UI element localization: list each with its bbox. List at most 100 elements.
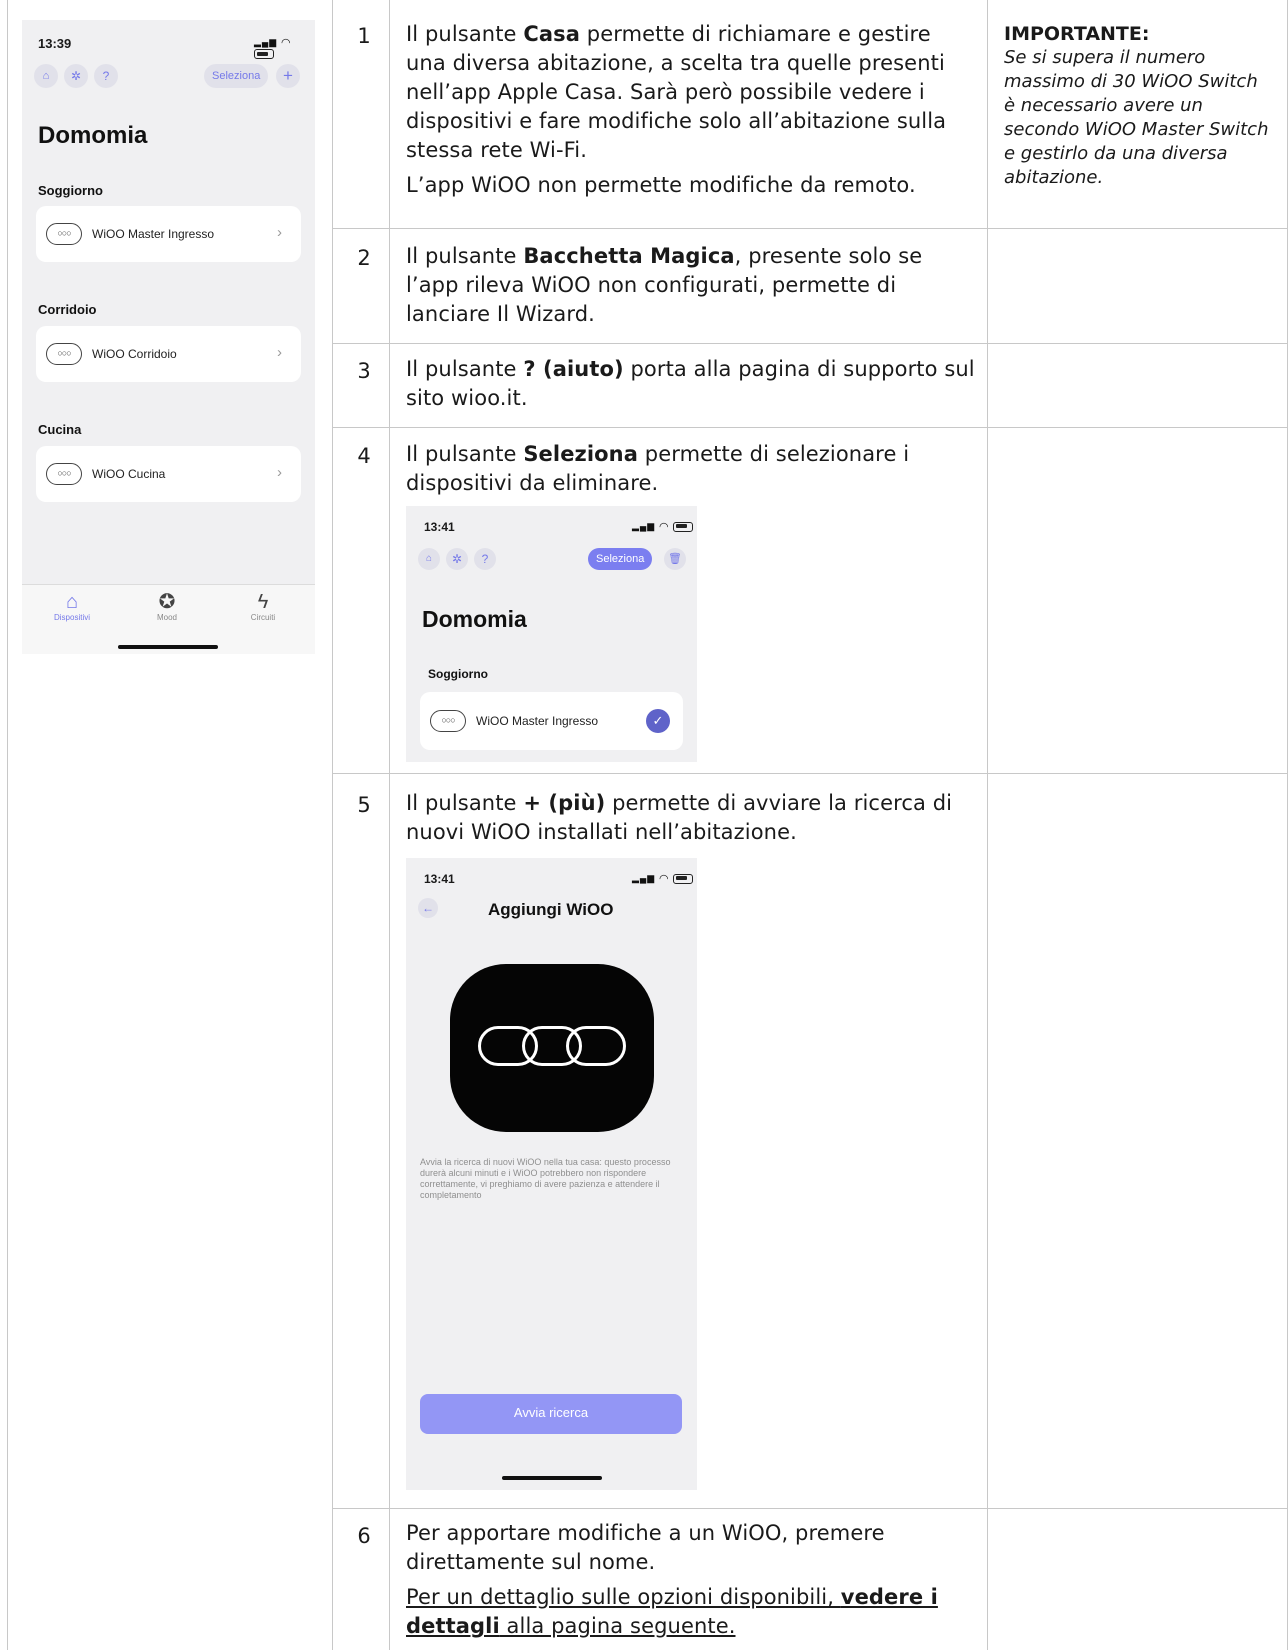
signal-icon: ▂▄▆ <box>632 873 656 883</box>
bold-term: ? (aiuto) <box>523 357 624 381</box>
row-divider <box>332 1508 1288 1509</box>
status-icons: ▂▄▆ ◠ <box>632 520 694 533</box>
device-row[interactable]: ○○○ WiOO Cucina › <box>36 446 301 502</box>
row-number: 5 <box>357 793 371 817</box>
home-button[interactable]: ⌂ <box>418 548 440 570</box>
trash-button[interactable]: 🗑 <box>664 548 686 570</box>
wioo-device-icon: ○○○ <box>430 710 466 732</box>
home-title: Domomia <box>38 122 148 149</box>
tab-dispositivi[interactable]: ⌂ Dispositivi <box>37 591 107 622</box>
status-icons: ▂▄▆ ◠ <box>254 36 315 60</box>
row-description: Il pulsante Bacchetta Magica, presente s… <box>406 242 976 329</box>
battery-icon <box>254 49 274 60</box>
text: Il pulsante <box>406 442 524 466</box>
bold-term: + (più) <box>523 791 606 815</box>
row-description: Il pulsante ? (aiuto) porta alla pagina … <box>406 355 976 413</box>
magic-wand-button[interactable]: ✲ <box>446 548 468 570</box>
row-number: 3 <box>357 359 371 383</box>
status-time: 13:41 <box>424 872 455 886</box>
table-border-col2 <box>389 0 390 1650</box>
home-title: Domomia <box>422 606 527 632</box>
home-indicator <box>502 1476 602 1480</box>
wioo-device-icon: ○○○ <box>46 343 82 365</box>
device-row[interactable]: ○○○ WiOO Master Ingresso ✓ <box>420 692 683 750</box>
bolt-icon: ϟ <box>257 591 269 613</box>
row-divider <box>332 228 1288 229</box>
row-number: 2 <box>357 246 371 270</box>
table-border-left <box>7 0 8 1650</box>
row-description: Il pulsante + (più) permette di avviare … <box>406 789 976 847</box>
home-button[interactable]: ⌂ <box>34 64 58 88</box>
row-description: Per apportare modifiche a un WiOO, preme… <box>406 1519 976 1641</box>
device-row[interactable]: ○○○ WiOO Corridoio › <box>36 326 301 382</box>
tab-label: Mood <box>156 613 177 622</box>
bold-term: Casa <box>523 22 580 46</box>
status-time: 13:41 <box>424 520 455 534</box>
row-description: Il pulsante Casa permette di richiamare … <box>406 20 976 200</box>
text: Il pulsante <box>406 791 524 815</box>
select-button[interactable]: Seleziona <box>588 548 653 570</box>
bold-term: Bacchetta Magica <box>523 244 735 268</box>
paragraph: Per apportare modifiche a un WiOO, preme… <box>406 1521 885 1574</box>
wifi-icon: ◠ <box>659 521 670 533</box>
home-indicator <box>118 645 218 649</box>
select-button[interactable]: Seleziona <box>204 64 269 88</box>
device-name: WiOO Master Ingresso <box>476 714 599 728</box>
screen-title: Aggiungi WiOO <box>488 900 614 919</box>
wifi-icon: ◠ <box>281 37 292 49</box>
wioo-device-icon: ○○○ <box>46 463 82 485</box>
row-divider <box>332 427 1288 428</box>
table-border-col1 <box>332 0 333 1650</box>
device-row[interactable]: ○○○ WiOO Master Ingresso › <box>36 206 301 262</box>
row-divider <box>332 343 1288 344</box>
tab-mood[interactable]: ✪ Mood <box>132 591 202 622</box>
wioo-device-illustration <box>450 964 654 1132</box>
text: Il pulsante <box>406 22 524 46</box>
paragraph: Il pulsante Seleziona permette di selezi… <box>406 440 976 498</box>
paragraph: Il pulsante Bacchetta Magica, presente s… <box>406 242 976 329</box>
tab-bar: ⌂ Dispositivi ✪ Mood ϟ Circuiti <box>22 584 315 654</box>
row-divider <box>332 773 1288 774</box>
row-description: Il pulsante Seleziona permette di selezi… <box>406 440 976 498</box>
paragraph: Il pulsante + (più) permette di avviare … <box>406 789 976 847</box>
house-icon: ⌂ <box>65 591 79 613</box>
back-arrow-icon[interactable]: ← <box>418 898 438 918</box>
add-wioo-screenshot: 13:41 ▂▄▆ ◠ ← Aggiungi WiOO Avvia la ric… <box>406 858 697 1490</box>
signal-icon: ▂▄▆ <box>254 37 278 47</box>
important-note: IMPORTANTE: Se si supera il numero massi… <box>1004 22 1274 190</box>
select-screenshot: 13:41 ▂▄▆ ◠ ⌂ ✲ ? Seleziona 🗑 Domomia So… <box>406 506 697 762</box>
room-heading: Soggiorno <box>428 667 488 681</box>
magic-wand-button[interactable]: ✲ <box>64 64 88 88</box>
paragraph: Il pulsante Casa permette di richiamare … <box>406 20 976 165</box>
room-heading: Corridoio <box>38 302 97 317</box>
next-page-link[interactable]: Per un dettaglio sulle opzioni disponibi… <box>406 1583 976 1641</box>
start-search-button[interactable]: Avvia ricerca <box>420 1394 682 1434</box>
main-app-screenshot: 13:39 ▂▄▆ ◠ ⌂ ✲ ? Seleziona + Domomia So… <box>22 20 315 654</box>
device-name: WiOO Cucina <box>92 467 166 481</box>
tab-circuiti[interactable]: ϟ Circuiti <box>228 591 298 622</box>
chevron-right-icon: › <box>277 464 282 481</box>
row-number: 1 <box>357 24 371 48</box>
text: Il pulsante <box>406 357 524 381</box>
palette-icon: ✪ <box>158 591 176 613</box>
status-time: 13:39 <box>38 36 72 51</box>
room-heading: Cucina <box>38 422 82 437</box>
text: Per un dettaglio sulle opzioni disponibi… <box>406 1585 841 1609</box>
tab-label: Circuiti <box>250 613 276 622</box>
paragraph: Il pulsante ? (aiuto) porta alla pagina … <box>406 355 976 413</box>
chevron-right-icon: › <box>277 224 282 241</box>
text: alla pagina seguente. <box>499 1614 736 1638</box>
signal-icon: ▂▄▆ <box>632 521 656 531</box>
battery-icon <box>673 873 694 884</box>
table-border-col3 <box>987 0 988 1650</box>
bold-term: Seleziona <box>523 442 639 466</box>
note-title: IMPORTANTE: <box>1004 23 1150 45</box>
add-button[interactable]: + <box>276 64 300 88</box>
help-button[interactable]: ? <box>474 548 496 570</box>
status-icons: ▂▄▆ ◠ <box>632 872 694 885</box>
device-name: WiOO Master Ingresso <box>92 227 215 241</box>
checkmark-icon[interactable]: ✓ <box>646 709 670 733</box>
help-button[interactable]: ? <box>94 64 118 88</box>
device-name: WiOO Corridoio <box>92 347 177 361</box>
wioo-device-icon: ○○○ <box>46 223 82 245</box>
